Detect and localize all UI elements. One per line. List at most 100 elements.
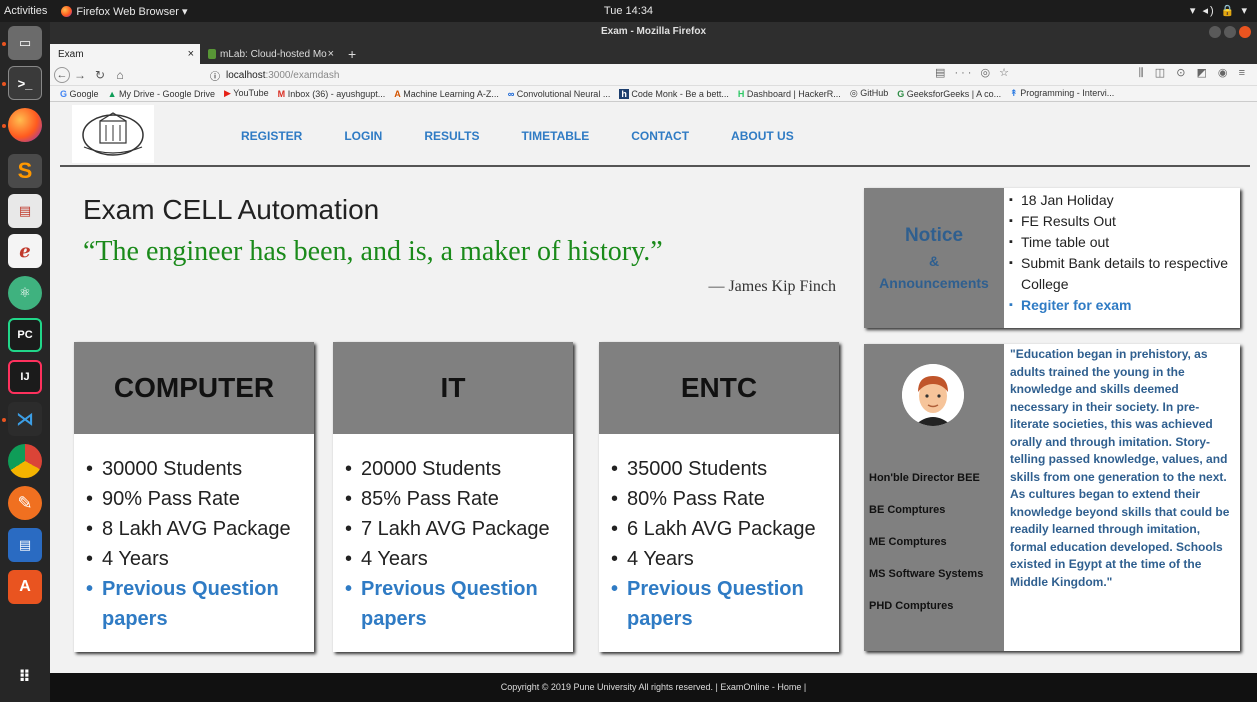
hackerearth-icon: h (619, 88, 629, 99)
bookmark-youtube[interactable]: ▶ YouTube (224, 88, 269, 99)
university-logo[interactable] (72, 105, 154, 163)
terminal-icon[interactable]: >_ (8, 66, 42, 100)
quote-author: — James Kip Finch (708, 278, 836, 295)
header-divider (60, 165, 1250, 167)
tab-close-icon[interactable]: × (328, 48, 334, 60)
files-icon[interactable]: ▭ (8, 26, 42, 60)
google-icon: G (60, 88, 68, 99)
university-crest-icon (82, 112, 144, 156)
vscode-icon[interactable]: ⋊ (8, 402, 42, 436)
department-card-computer: COMPUTER 30000 Students 90% Pass Rate 8 … (74, 342, 314, 652)
youtube-icon: ▶ (224, 88, 231, 98)
close-icon[interactable] (1239, 26, 1251, 38)
bookmark-gfg[interactable]: G GeeksforGeeks | A co... (897, 89, 1001, 99)
stat-item: 90% Pass Rate (86, 484, 314, 514)
bookmark-hackerrank[interactable]: H Dashboard | HackerR... (738, 89, 841, 99)
director-link[interactable]: PHD Comptures (869, 590, 983, 622)
education-quote: "Education began in prehistory, as adult… (1010, 347, 1230, 589)
home-icon[interactable]: ⌂ (110, 68, 130, 82)
back-arrow-icon[interactable]: ← (54, 66, 70, 83)
stat-item: 35000 Students (611, 454, 839, 484)
system-top-bar: Activities Firefox Web Browser ▾ Tue 14:… (0, 0, 1257, 22)
site-footer: Copyright © 2019 Pune University All rig… (50, 673, 1257, 702)
maximize-icon[interactable] (1224, 26, 1236, 38)
show-apps-icon[interactable]: ⠿ (8, 660, 42, 694)
tab-close-icon[interactable]: × (188, 48, 194, 60)
nav-timetable[interactable]: TIMETABLE (521, 129, 589, 143)
bookmark-gmail[interactable]: M Inbox (36) - ayushgupt... (278, 89, 386, 99)
hackerrank-icon: H (737, 88, 745, 99)
running-indicator (2, 124, 6, 128)
site-nav: REGISTER LOGIN RESULTS TIMETABLE CONTACT… (241, 129, 794, 143)
document-viewer-icon[interactable]: ▤ (8, 194, 42, 228)
bookmark-github[interactable]: ◎ GitHub (850, 88, 888, 99)
tab-exam[interactable]: Exam × (50, 44, 200, 64)
stat-item: 7 Lakh AVG Package (345, 514, 573, 544)
director-link[interactable]: ME Comptures (869, 526, 983, 558)
forward-arrow-icon[interactable]: → (70, 68, 90, 82)
stat-item: 80% Pass Rate (611, 484, 839, 514)
tab-strip: Exam × mLab: Cloud-hosted Mo × + (50, 42, 1257, 64)
nav-login[interactable]: LOGIN (344, 129, 382, 143)
firefox-dock-icon[interactable] (8, 108, 42, 142)
notice-item: 18 Jan Holiday (1007, 190, 1237, 211)
director-link[interactable]: MS Software Systems (869, 558, 983, 590)
previous-papers-link[interactable]: Previous Question papers (345, 574, 573, 634)
nav-results[interactable]: RESULTS (424, 129, 479, 143)
notice-ampersand: & (928, 253, 940, 269)
activities-button[interactable]: Activities (0, 5, 53, 17)
new-tab-button[interactable]: + (340, 44, 364, 64)
previous-papers-link[interactable]: Previous Question papers (611, 574, 839, 634)
bookmark-ml[interactable]: A Machine Learning A-Z... (394, 89, 499, 99)
bookmark-label: GitHub (860, 88, 889, 98)
geeksforgeeks-icon: G (897, 88, 905, 99)
intellij-icon[interactable]: IJ (8, 360, 42, 394)
page-actions[interactable]: ▤ ··· ◎ ☆ (935, 66, 1012, 79)
toolbar-icons[interactable]: ⫼ ◫ ⊙ ◩ ◉ ≡ (1139, 66, 1249, 80)
url-bar[interactable]: ⓘ localhost:3000/examdash (210, 66, 1010, 84)
minimize-icon[interactable] (1209, 26, 1221, 38)
firefox-icon (61, 5, 73, 17)
department-card-it: IT 20000 Students 85% Pass Rate 7 Lakh A… (333, 342, 573, 652)
bookmark-programming[interactable]: ↟ Programming - Intervi... (1010, 88, 1114, 99)
software-store-icon[interactable]: A (8, 570, 42, 604)
stat-item: 6 Lakh AVG Package (611, 514, 839, 544)
writer-icon[interactable]: ▤ (8, 528, 42, 562)
director-link[interactable]: BE Comptures (869, 494, 983, 526)
system-tray[interactable]: ▾ ◂) 🔒 ▾ (1190, 4, 1249, 17)
previous-papers-link[interactable]: Previous Question papers (86, 574, 314, 634)
nav-register[interactable]: REGISTER (241, 129, 302, 143)
notice-subtitle: Announcements (879, 275, 989, 291)
bookmark-google[interactable]: G Google (60, 89, 99, 99)
director-link[interactable]: Hon'ble Director BEE (869, 462, 983, 494)
editor-icon[interactable]: ℯ (8, 234, 42, 268)
bookmark-cnn[interactable]: ∞ Convolutional Neural ... (508, 89, 611, 99)
nav-about-us[interactable]: ABOUT US (731, 129, 794, 143)
stat-item: 20000 Students (345, 454, 573, 484)
atom-icon[interactable]: ⚛ (8, 276, 42, 310)
register-exam-link[interactable]: Regiter for exam (1007, 295, 1237, 316)
bookmark-label: Machine Learning A-Z... (403, 88, 499, 99)
chrome-icon[interactable] (8, 444, 42, 478)
sublime-icon[interactable]: S (8, 154, 42, 188)
director-links: Hon'ble Director BEE BE Comptures ME Com… (869, 462, 983, 622)
reload-icon[interactable]: ↻ (90, 68, 110, 82)
notice-title: Notice (904, 225, 964, 246)
pencil-icon[interactable]: ✎ (8, 486, 42, 520)
app-menu[interactable]: Firefox Web Browser ▾ (61, 5, 187, 18)
nav-contact[interactable]: CONTACT (631, 129, 689, 143)
director-panel: Hon'ble Director BEE BE Comptures ME Com… (864, 344, 1240, 651)
bookmark-drive[interactable]: ▲ My Drive - Google Drive (108, 89, 215, 99)
site-info-icon[interactable]: ⓘ (210, 68, 220, 83)
pycharm-icon[interactable]: PC (8, 318, 42, 352)
bookmark-label: Dashboard | HackerR... (746, 88, 841, 99)
tab-mlab[interactable]: mLab: Cloud-hosted Mo × (200, 44, 340, 64)
department-name: ENTC (599, 342, 839, 434)
url-path: :3000/examdash (265, 69, 340, 81)
bookmark-label: Convolutional Neural ... (516, 88, 611, 99)
department-stats: 30000 Students 90% Pass Rate 8 Lakh AVG … (74, 434, 314, 634)
url-host: localhost (226, 69, 266, 81)
clock[interactable]: Tue 14:34 (0, 5, 1257, 17)
department-stats: 20000 Students 85% Pass Rate 7 Lakh AVG … (333, 434, 573, 634)
bookmark-codemonk[interactable]: h Code Monk - Be a bett... (619, 88, 729, 99)
